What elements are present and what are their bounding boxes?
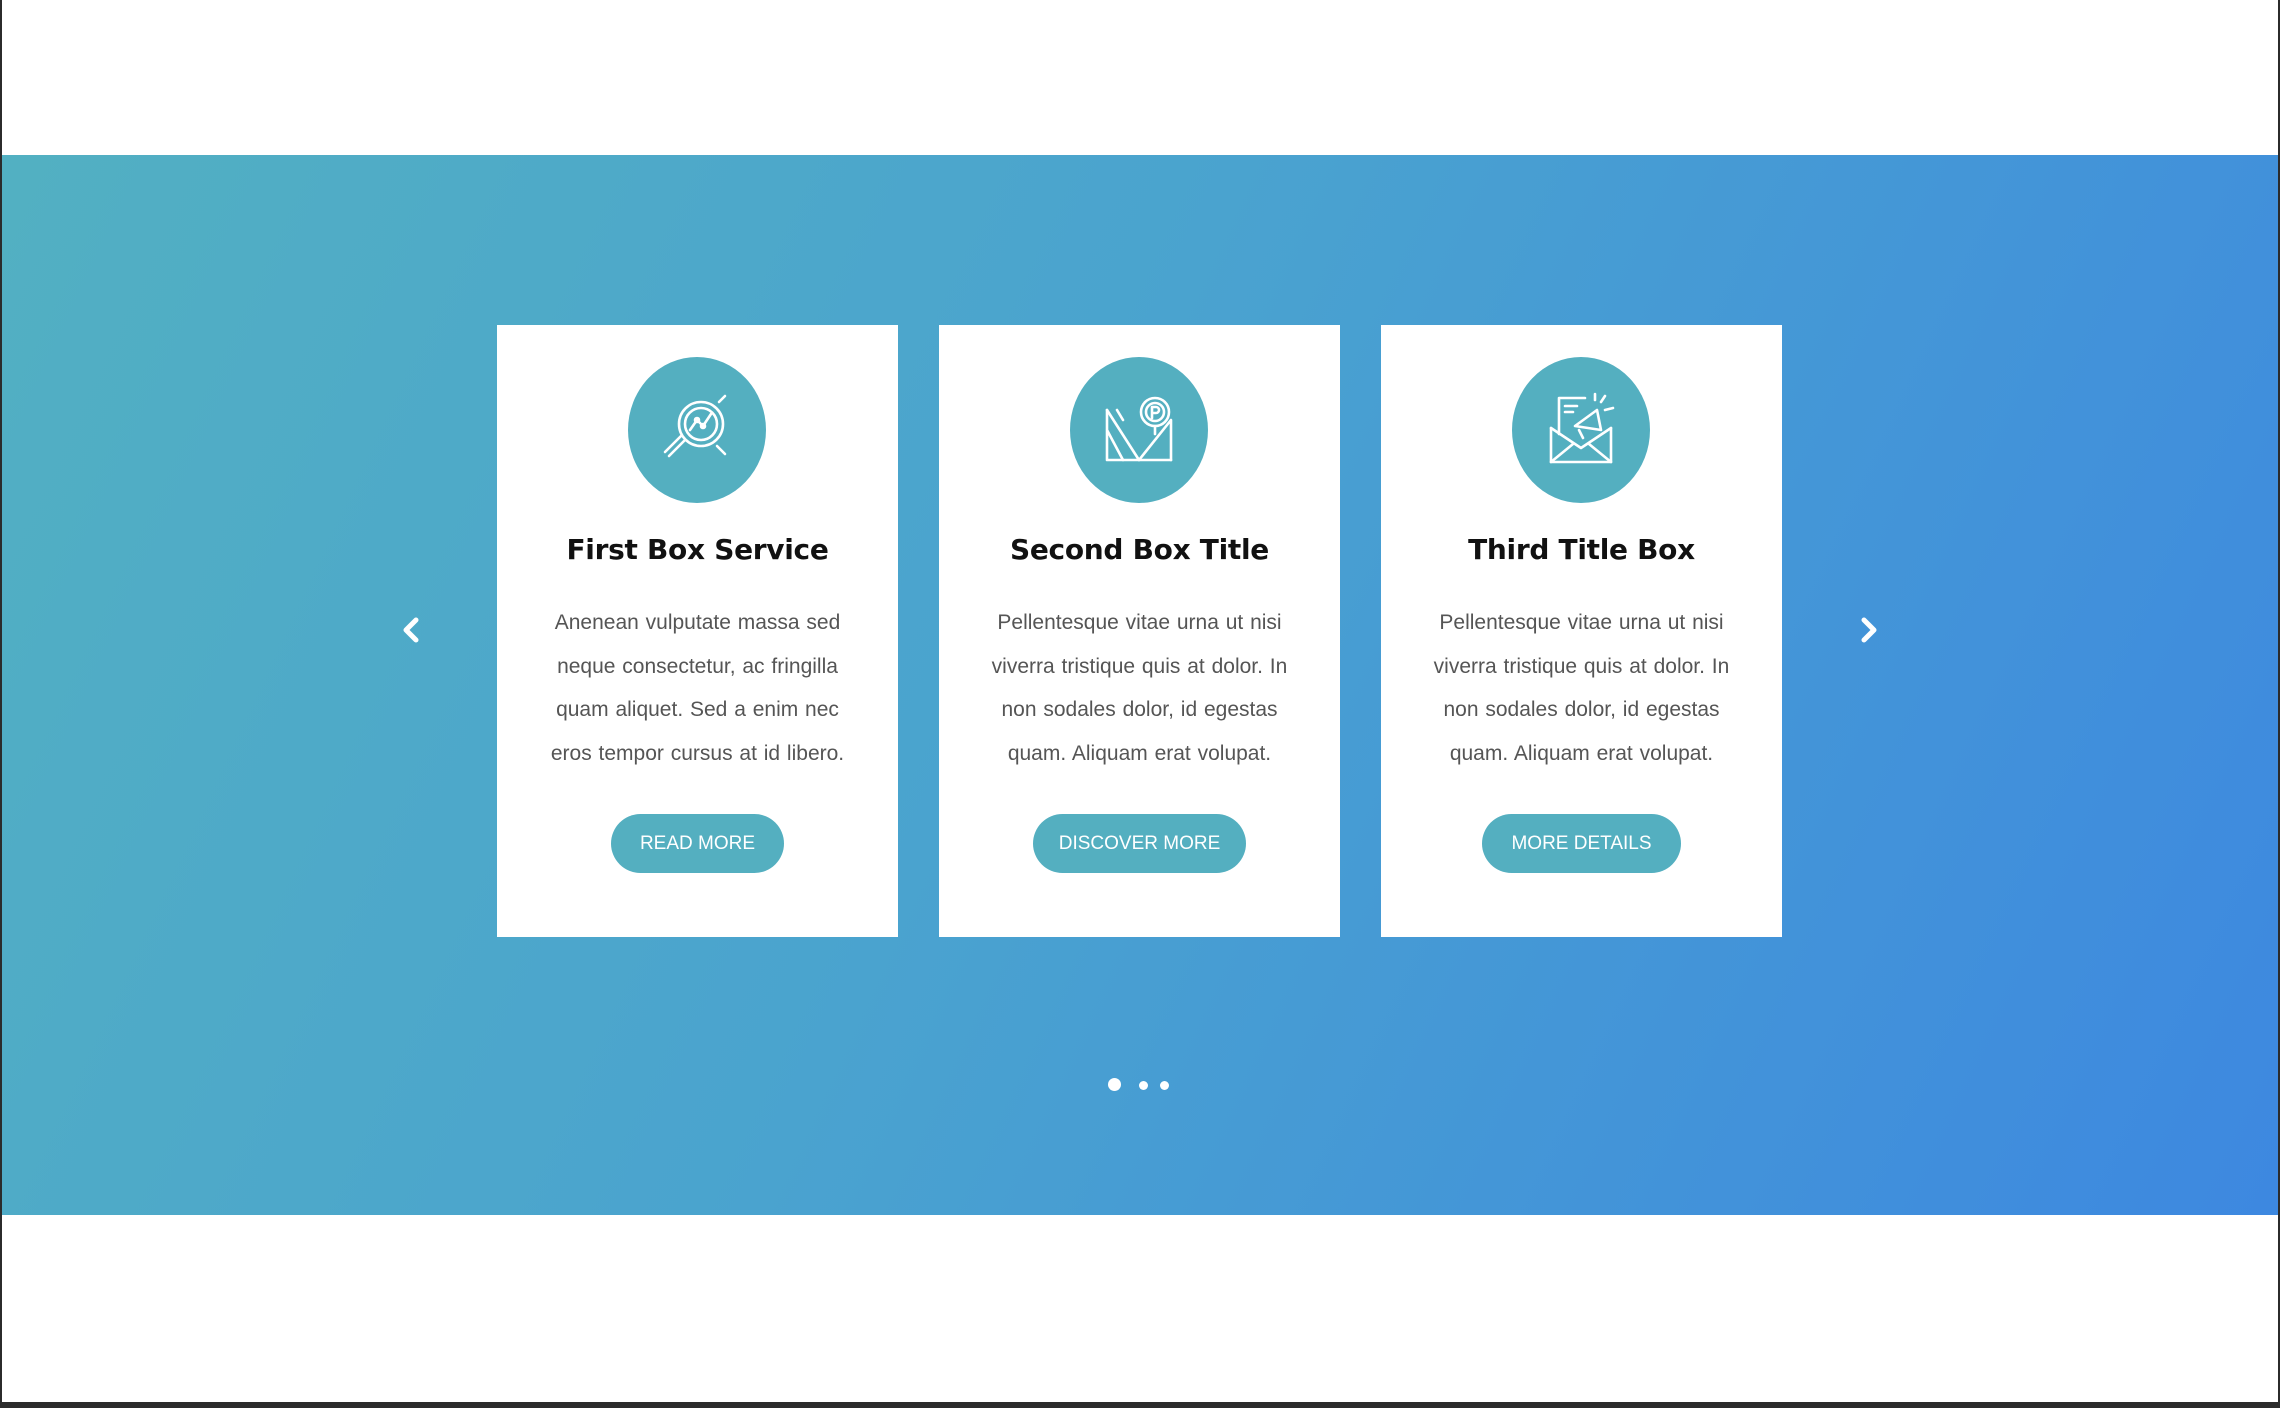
card-title: Third Title Box <box>1468 533 1695 566</box>
card-description: Anenean vulputate massa sed neque consec… <box>550 611 845 765</box>
pagination-dot[interactable] <box>1160 1081 1169 1090</box>
service-card-2: Second Box Title Pellentesque vitae urna… <box>939 325 1340 937</box>
chevron-left-icon <box>403 617 419 643</box>
service-card-1: First Box Service Anenean vulputate mass… <box>497 325 898 937</box>
read-more-button[interactable]: READ MORE <box>611 814 784 873</box>
pagination-dot-active[interactable] <box>1108 1078 1121 1091</box>
discover-more-button[interactable]: DISCOVER MORE <box>1033 814 1246 873</box>
more-details-button[interactable]: MORE DETAILS <box>1482 814 1681 873</box>
pagination-dot[interactable] <box>1139 1081 1148 1090</box>
map-pin-icon <box>1105 396 1173 462</box>
search-chart-icon <box>663 394 727 458</box>
slider-next-button[interactable] <box>1854 612 1884 648</box>
slider-prev-button[interactable] <box>396 612 426 648</box>
service-icon-badge <box>1070 357 1208 503</box>
service-icon-badge <box>1512 357 1650 503</box>
card-description: Pellentesque vitae urna ut nisi viverra … <box>1433 611 1730 765</box>
card-title: Second Box Title <box>1010 533 1269 566</box>
card-description: Pellentesque vitae urna ut nisi viverra … <box>991 611 1288 765</box>
service-icon-badge <box>628 357 766 503</box>
frame-bottom-border <box>0 1402 2280 1408</box>
chevron-right-icon <box>1861 617 1877 643</box>
service-card-3: Third Title Box Pellentesque vitae urna … <box>1381 325 1782 937</box>
email-megaphone-icon <box>1549 392 1615 464</box>
card-title: First Box Service <box>566 533 829 566</box>
